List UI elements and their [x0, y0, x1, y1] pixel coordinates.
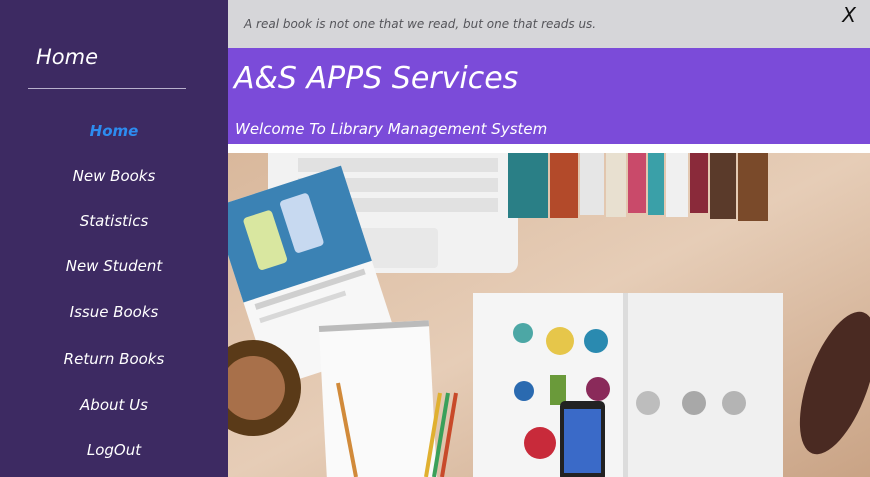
sidebar-title: Home: [36, 45, 99, 69]
sidebar-item-about-us[interactable]: About Us: [0, 395, 228, 415]
sidebar-divider: [28, 88, 186, 89]
sidebar-item-new-books[interactable]: New Books: [0, 166, 228, 186]
close-button[interactable]: X: [842, 3, 856, 27]
hero-image: [228, 153, 870, 477]
sidebar-item-issue-books[interactable]: Issue Books: [0, 302, 228, 322]
banner: A&S APPS Services Welcome To Library Man…: [228, 48, 870, 144]
sidebar-item-return-books[interactable]: Return Books: [0, 349, 228, 369]
sidebar: Home Home New Books Statistics New Stude…: [0, 0, 228, 477]
sidebar-item-home[interactable]: Home: [0, 121, 228, 141]
app-title: A&S APPS Services: [234, 61, 519, 96]
sidebar-item-new-student[interactable]: New Student: [0, 256, 228, 276]
quote-text: A real book is not one that we read, but…: [244, 17, 597, 31]
sidebar-item-logout[interactable]: LogOut: [0, 440, 228, 460]
welcome-text: Welcome To Library Management System: [235, 120, 548, 138]
sidebar-item-statistics[interactable]: Statistics: [0, 211, 228, 231]
quote-bar: A real book is not one that we read, but…: [228, 0, 870, 48]
